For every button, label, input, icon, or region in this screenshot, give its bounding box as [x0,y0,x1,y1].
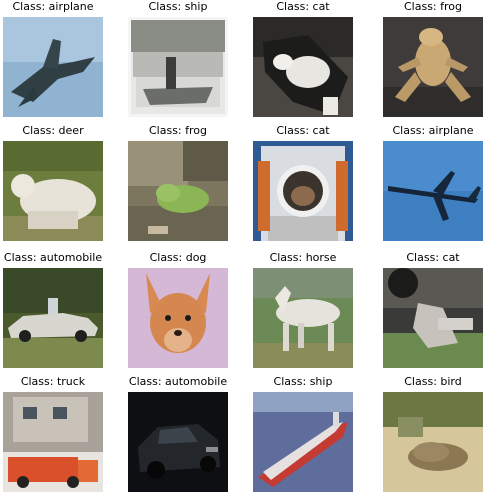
class-label: Class: dog [149,251,207,264]
deer-image [3,141,103,241]
cat-image [253,141,353,241]
grid-cell-13: Class: truck [3,375,103,492]
airplane-image [383,141,483,241]
grid-cell-9: Class: automobile [3,251,103,368]
grid-cell-11: Class: horse [253,251,353,368]
airplane-image [3,17,103,117]
class-label: Class: cat [406,251,460,264]
grid-cell-14: Class: automobile [128,375,228,492]
truck-image [3,392,103,492]
grid-cell-7: Class: cat [253,124,353,241]
class-label: Class: frog [403,0,462,13]
class-label: Class: cat [276,124,330,137]
grid-cell-1: Class: airplane [3,0,103,117]
class-label: Class: airplane [392,124,474,137]
class-label: Class: ship [273,375,333,388]
cat-image [383,268,483,368]
automobile-image [3,268,103,368]
horse-image [253,268,353,368]
cat-image [253,17,353,117]
class-label: Class: bird [404,375,462,388]
class-label: Class: automobile [3,251,103,264]
grid-cell-3: Class: cat [253,0,353,117]
ship-image [253,392,353,492]
dog-image [128,268,228,368]
class-label: Class: ship [148,0,208,13]
frog-image [383,17,483,117]
class-label: Class: frog [148,124,207,137]
grid-cell-4: Class: frog [383,0,483,117]
grid-cell-12: Class: cat [383,251,483,368]
grid-cell-2: Class: ship [128,0,228,117]
automobile-image [128,392,228,492]
grid-cell-8: Class: airplane [383,124,483,241]
class-label: Class: cat [276,0,330,13]
class-label: Class: horse [269,251,337,264]
grid-cell-16: Class: bird [383,375,483,492]
class-label: Class: deer [22,124,84,137]
class-label: Class: airplane [12,0,94,13]
grid-cell-5: Class: deer [3,124,103,241]
grid-cell-15: Class: ship [253,375,353,492]
grid-cell-6: Class: frog [128,124,228,241]
bird-image [383,392,483,492]
class-label: Class: truck [20,375,86,388]
class-label: Class: automobile [128,375,228,388]
grid-cell-10: Class: dog [128,251,228,368]
ship-image [128,17,228,117]
frog-image [128,141,228,241]
